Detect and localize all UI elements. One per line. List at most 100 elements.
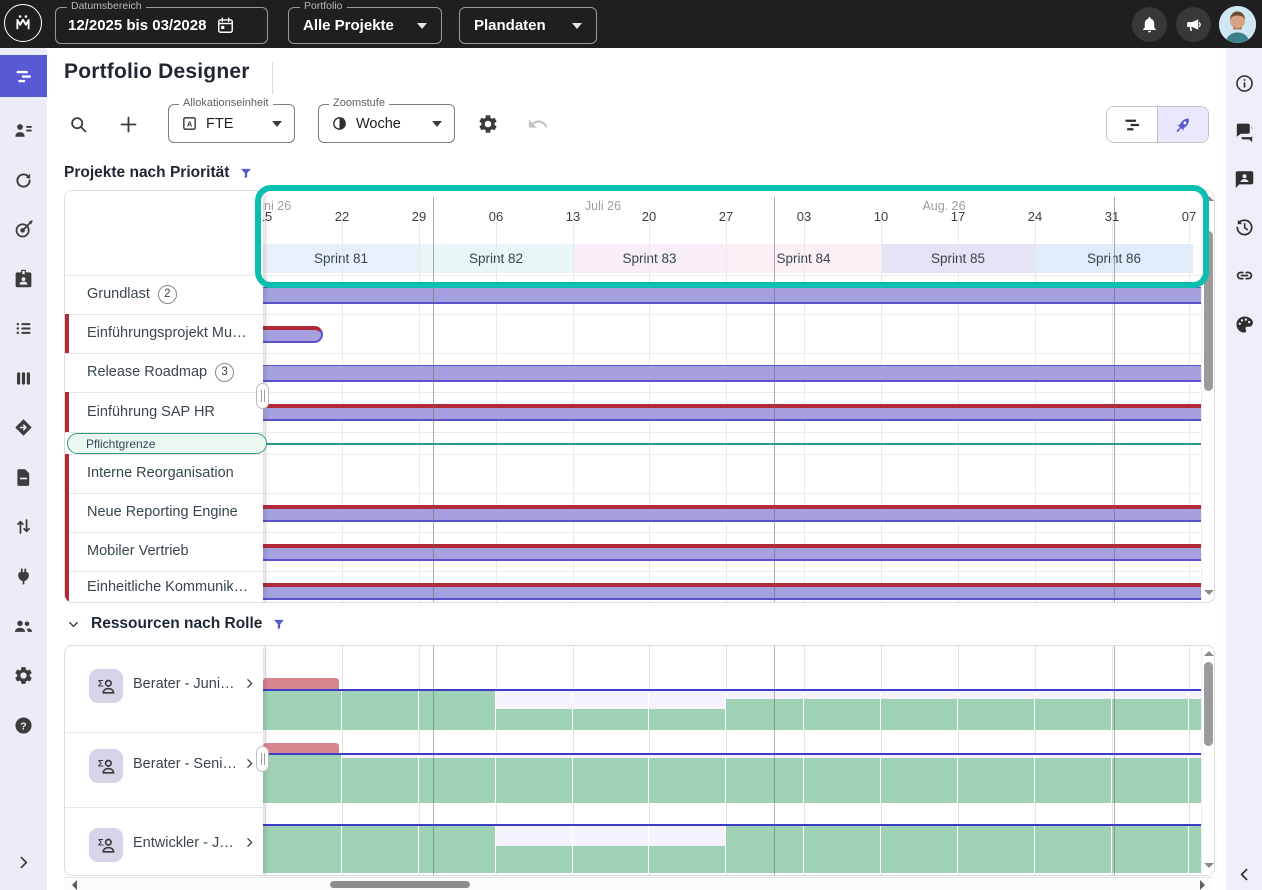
- milestone-send-icon: [13, 417, 34, 438]
- scroll-right-arrow[interactable]: [1200, 880, 1210, 890]
- app-logo[interactable]: [4, 4, 42, 42]
- person-assignments-icon: [13, 120, 34, 141]
- right-panel-item-palette[interactable]: [1226, 304, 1262, 344]
- sidebar-item-refresh[interactable]: [0, 160, 47, 200]
- search-button[interactable]: [66, 112, 90, 136]
- chevron-right-icon: [243, 836, 256, 849]
- project-row-label[interactable]: Einführung SAP HR: [87, 392, 215, 432]
- sidebar-item-help[interactable]: ?: [0, 705, 47, 745]
- vertical-scrollbar[interactable]: [1201, 646, 1214, 876]
- vertical-scrollbar-thumb[interactable]: [1204, 662, 1213, 746]
- scroll-up-arrow[interactable]: [1204, 651, 1214, 656]
- resource-row-label[interactable]: Berater - Seni…: [133, 756, 237, 772]
- mandatory-boundary-pill[interactable]: Pflichtgrenze: [67, 433, 267, 454]
- user-avatar[interactable]: [1219, 6, 1256, 43]
- allocation-unit-select[interactable]: Allokationseinheit A FTE: [168, 104, 295, 143]
- week-label: 03: [797, 209, 811, 224]
- project-bar[interactable]: [263, 287, 1201, 304]
- sidebar-item-sort-arrows[interactable]: [0, 506, 47, 546]
- chevron-down-icon: [272, 121, 282, 132]
- project-row-label[interactable]: Interne Reorganisation: [87, 454, 234, 493]
- resource-row-label[interactable]: Entwickler - J…: [133, 835, 237, 851]
- announcements-button[interactable]: [1176, 7, 1211, 42]
- project-bar[interactable]: [263, 583, 1201, 600]
- rocket-view-toggle-button[interactable]: [1157, 107, 1208, 142]
- project-row-label[interactable]: Release Roadmap3: [87, 353, 234, 392]
- sidebar-item-team[interactable]: [0, 605, 47, 645]
- allocation-area: [804, 699, 880, 730]
- add-button[interactable]: [116, 112, 140, 136]
- project-row-label[interactable]: Einheitliche Kommunik…: [87, 571, 248, 603]
- allocation-area: [573, 758, 648, 803]
- avatar-image: [1219, 6, 1256, 43]
- svg-text:Σ: Σ: [98, 758, 104, 769]
- sidebar-item-gantt-flow[interactable]: [0, 55, 47, 97]
- sidebar-expand-button[interactable]: [0, 842, 47, 882]
- project-bar[interactable]: [263, 544, 1201, 561]
- undo-button[interactable]: [526, 112, 550, 136]
- allocation-area: [881, 825, 957, 873]
- sidebar-item-document[interactable]: [0, 457, 47, 497]
- settings-button[interactable]: [476, 112, 500, 136]
- portfolio-select[interactable]: Portfolio Alle Projekte: [288, 7, 442, 44]
- sort-arrows-icon: [13, 516, 34, 537]
- horizontal-scrollbar[interactable]: [64, 877, 1213, 890]
- chevron-down-icon[interactable]: [66, 617, 81, 632]
- right-panel-item-comments[interactable]: [1226, 111, 1262, 151]
- project-row-label[interactable]: Grundlast2: [87, 275, 177, 314]
- right-panel-item-info[interactable]: [1226, 63, 1262, 103]
- column-resize-handle[interactable]: [256, 746, 269, 772]
- expand-row-button[interactable]: [243, 757, 256, 775]
- project-row-label[interactable]: Mobiler Vertrieb: [87, 532, 189, 571]
- sidebar-item-milestone-send[interactable]: [0, 407, 47, 447]
- chevron-down-icon: [417, 23, 427, 34]
- sidebar-item-gear[interactable]: [0, 655, 47, 695]
- sidebar-item-plug[interactable]: [0, 556, 47, 596]
- project-bar[interactable]: [263, 326, 323, 343]
- allocation-area: [1035, 825, 1111, 873]
- zoom-level-select[interactable]: Zoomstufe Woche: [318, 104, 455, 143]
- project-row-label[interactable]: Neue Reporting Engine: [87, 493, 238, 532]
- allocation-unit-value: FTE: [206, 116, 233, 132]
- list-view-toggle-button[interactable]: [1107, 107, 1157, 142]
- resources-section-title: Ressourcen nach Rolle: [91, 615, 262, 633]
- scroll-down-arrow[interactable]: [1204, 863, 1214, 868]
- vertical-scrollbar[interactable]: [1201, 191, 1214, 603]
- right-panel-item-contact-feedback[interactable]: [1226, 159, 1262, 199]
- right-panel-collapse-button[interactable]: [1226, 854, 1262, 890]
- scroll-left-arrow[interactable]: [67, 880, 77, 890]
- sigma-people-icon: Σ: [95, 755, 117, 777]
- allocation-area: [1035, 758, 1111, 803]
- project-bar[interactable]: [263, 365, 1201, 382]
- scroll-down-arrow[interactable]: [1204, 590, 1214, 595]
- project-bar[interactable]: [263, 404, 1201, 421]
- count-badge: 2: [158, 285, 177, 304]
- allocation-area: [342, 825, 418, 873]
- sidebar-item-column-bars[interactable]: [0, 358, 47, 398]
- filter-icon[interactable]: [272, 617, 286, 632]
- project-row-label[interactable]: Einführungsprojekt Mu…: [87, 314, 247, 353]
- sidebar-item-list-bullets[interactable]: [0, 308, 47, 348]
- filter-icon[interactable]: [239, 166, 253, 181]
- data-mode-select[interactable]: Plandaten: [459, 7, 597, 44]
- notifications-button[interactable]: [1132, 7, 1167, 42]
- horizontal-scrollbar-thumb[interactable]: [330, 881, 470, 888]
- project-bar[interactable]: [263, 505, 1201, 522]
- sidebar-item-goal-target[interactable]: [0, 209, 47, 249]
- link-icon: [1234, 265, 1255, 286]
- right-panel-item-history[interactable]: [1226, 207, 1262, 247]
- expand-row-button[interactable]: [243, 836, 256, 854]
- vertical-scrollbar-thumb[interactable]: [1204, 231, 1213, 391]
- sidebar-item-person-assignments[interactable]: [0, 110, 47, 150]
- contrast-circle-icon: [331, 115, 348, 132]
- right-panel-item-link[interactable]: [1226, 255, 1262, 295]
- date-range-picker[interactable]: Datumsbereich 12/2025 bis 03/2028: [55, 7, 268, 44]
- scroll-up-arrow[interactable]: [1204, 196, 1214, 201]
- history-icon: [1234, 217, 1255, 238]
- column-resize-handle[interactable]: [256, 383, 269, 409]
- sidebar-item-badge-id[interactable]: [0, 258, 47, 298]
- resource-row-label[interactable]: Berater - Juni…: [133, 676, 237, 692]
- left-sidebar: ?: [0, 48, 47, 890]
- refresh-icon: [13, 170, 34, 191]
- expand-row-button[interactable]: [243, 677, 256, 695]
